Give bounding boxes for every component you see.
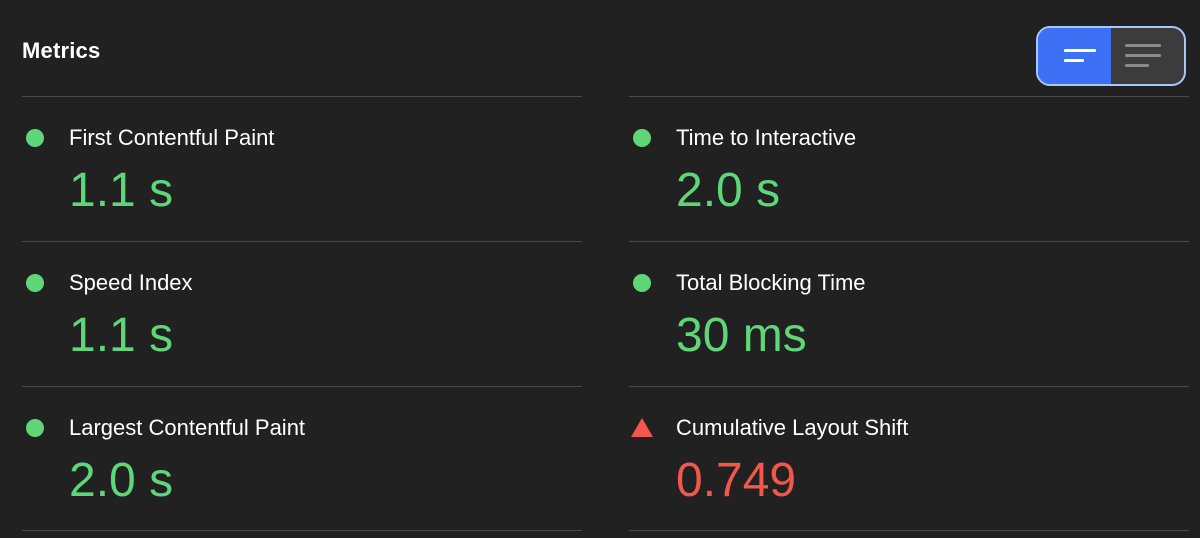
metrics-column-right: Time to Interactive 2.0 s Total Blocking… [629, 96, 1189, 531]
pass-circle-icon [26, 419, 44, 437]
fail-triangle-icon [631, 418, 653, 437]
view-toggle [1036, 26, 1186, 86]
metric-value: 30 ms [676, 309, 807, 362]
metric-time-to-interactive: Time to Interactive 2.0 s [629, 96, 1189, 241]
collapsed-view-icon [1125, 44, 1161, 47]
collapsed-view-button[interactable] [1111, 28, 1184, 84]
pass-circle-icon [633, 274, 651, 292]
metric-value: 0.749 [676, 454, 797, 507]
metric-value: 2.0 s [69, 454, 174, 507]
metric-label: Largest Contentful Paint [69, 415, 306, 440]
metric-value: 2.0 s [676, 164, 781, 217]
pass-circle-icon [26, 129, 44, 147]
metric-first-contentful-paint: First Contentful Paint 1.1 s [22, 96, 582, 241]
metrics-column-left: First Contentful Paint 1.1 s Speed Index… [22, 96, 582, 531]
metric-label: Speed Index [69, 270, 193, 295]
metric-largest-contentful-paint: Largest Contentful Paint 2.0 s [22, 386, 582, 531]
metric-cumulative-layout-shift: Cumulative Layout Shift 0.749 [629, 386, 1189, 531]
metric-total-blocking-time: Total Blocking Time 30 ms [629, 241, 1189, 386]
metric-speed-index: Speed Index 1.1 s [22, 241, 582, 386]
section-title: Metrics [22, 38, 101, 63]
metric-value: 1.1 s [69, 309, 174, 362]
expanded-view-icon [1064, 49, 1096, 52]
pass-circle-icon [26, 274, 44, 292]
pass-circle-icon [633, 129, 651, 147]
metric-label: Total Blocking Time [676, 270, 866, 295]
metric-label: First Contentful Paint [69, 125, 275, 150]
expanded-view-button[interactable] [1038, 28, 1111, 84]
metric-label: Cumulative Layout Shift [676, 415, 909, 440]
metric-value: 1.1 s [69, 164, 174, 217]
metric-label: Time to Interactive [676, 125, 857, 150]
